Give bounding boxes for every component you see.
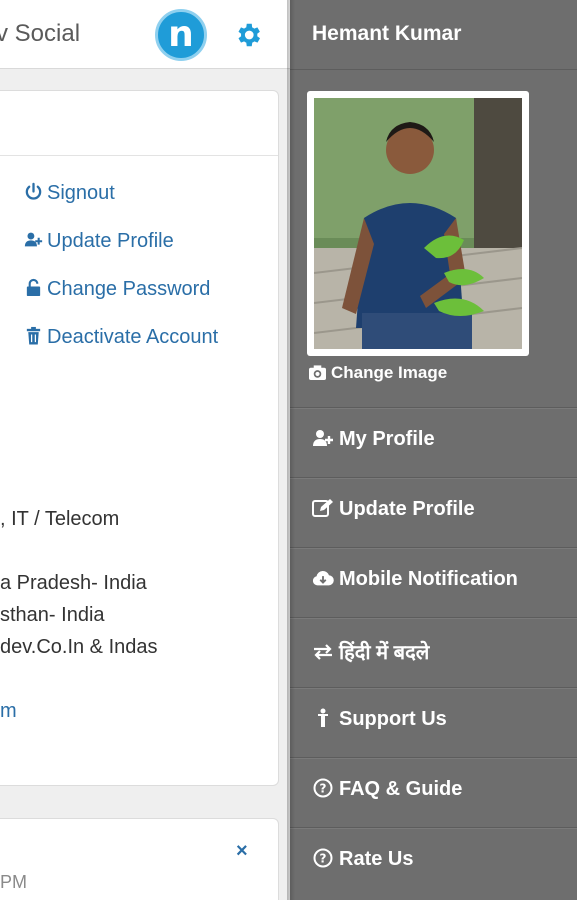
svg-text:?: ? <box>320 852 327 866</box>
drawer-shadow <box>287 0 295 900</box>
drawer-item-label: Rate Us <box>339 848 414 870</box>
deactivate-account-label: Deactivate Account <box>47 326 219 348</box>
svg-text:?: ? <box>320 782 327 796</box>
signout-link[interactable]: Signout <box>24 182 115 205</box>
user-name: Hemant Kumar <box>312 22 462 45</box>
person-icon <box>318 708 328 727</box>
logo-letter: n <box>168 14 194 55</box>
drawer-item-faq-guide[interactable]: ? FAQ & Guide <box>290 757 577 828</box>
drawer-item-my-profile[interactable]: My Profile <box>290 407 577 478</box>
top-bar: v Social n <box>0 0 290 69</box>
location-text: a Pradesh- India <box>0 572 147 594</box>
drawer-item-mobile-notification[interactable]: Mobile Notification <box>290 547 577 618</box>
power-icon <box>25 182 42 200</box>
profile-photo[interactable] <box>307 91 529 356</box>
app-logo[interactable]: n <box>155 9 207 61</box>
deactivate-account-link[interactable]: Deactivate Account <box>24 326 218 349</box>
update-profile-label: Update Profile <box>47 230 174 252</box>
drawer-item-change-language[interactable]: हिंदी में बदले <box>290 617 577 688</box>
drawer-item-label: Update Profile <box>339 498 475 520</box>
edit-icon <box>312 499 333 517</box>
main-screen: v Social n Signout Update Profile Change… <box>0 0 290 900</box>
trash-icon <box>26 326 41 345</box>
update-profile-link[interactable]: Update Profile <box>24 230 174 253</box>
change-image-button[interactable]: Change Image <box>308 363 447 383</box>
company-text: dev.Co.In & Indas <box>0 636 158 658</box>
exchange-icon <box>314 644 332 660</box>
profile-image <box>314 98 522 349</box>
signout-label: Signout <box>47 182 115 204</box>
user-plus-icon <box>313 430 333 446</box>
card-header <box>0 91 278 156</box>
cloud-download-icon <box>312 570 334 586</box>
change-image-label: Change Image <box>331 363 448 382</box>
drawer-item-label: Support Us <box>339 708 447 730</box>
change-password-link[interactable]: Change Password <box>24 278 210 301</box>
drawer-item-label: FAQ & Guide <box>339 778 463 800</box>
drawer-item-update-profile[interactable]: Update Profile <box>290 477 577 548</box>
drawer-item-label: My Profile <box>339 428 435 450</box>
question-circle-icon: ? <box>313 778 333 798</box>
navigation-drawer: Hemant Kumar Change Image My Profile Upd… <box>290 0 577 900</box>
divider <box>290 69 577 70</box>
unlock-icon <box>26 278 41 297</box>
user-plus-icon <box>24 232 43 247</box>
app-title: v Social <box>0 20 81 47</box>
close-icon[interactable]: × <box>236 840 248 863</box>
camera-icon <box>309 365 326 381</box>
website-link[interactable]: m <box>0 700 17 723</box>
industry-text: , IT / Telecom <box>0 508 120 530</box>
drawer-item-label: हिंदी में बदले <box>339 642 430 664</box>
change-password-label: Change Password <box>47 278 211 300</box>
drawer-item-label: Mobile Notification <box>339 568 518 590</box>
gear-icon[interactable] <box>233 20 263 50</box>
question-circle-icon: ? <box>313 848 333 868</box>
drawer-item-support-us[interactable]: Support Us <box>290 687 577 758</box>
notification-time: PM <box>0 872 27 892</box>
drawer-item-rate-us[interactable]: ? Rate Us <box>290 827 577 898</box>
location-text-2: sthan- India <box>0 604 105 626</box>
